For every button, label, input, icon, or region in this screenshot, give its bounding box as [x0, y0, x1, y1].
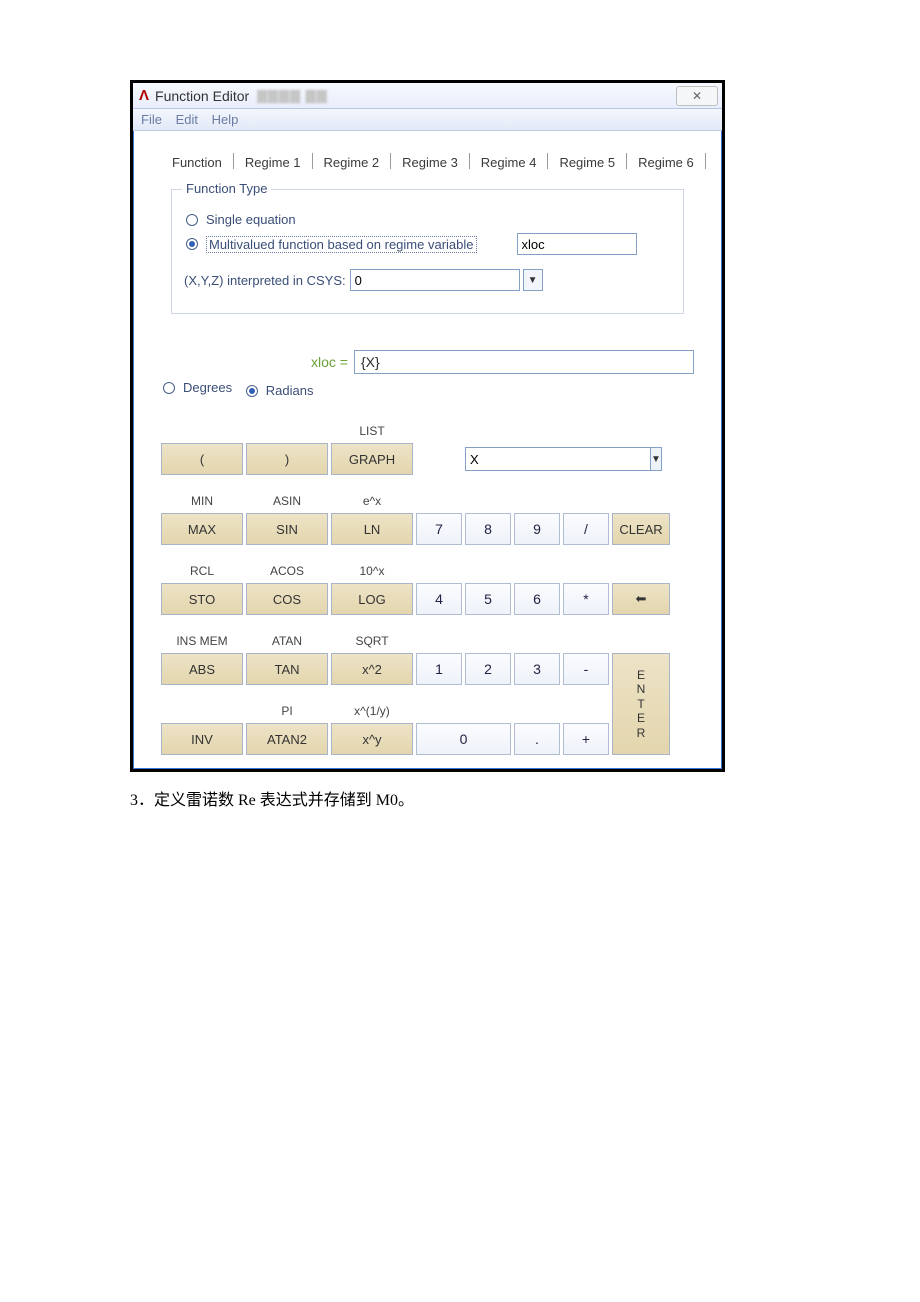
key-xsq[interactable]: x^2 [331, 653, 413, 685]
key-plus[interactable]: + [563, 723, 609, 755]
radio-degrees-label: Degrees [183, 380, 232, 395]
menubar: File Edit Help [133, 109, 722, 131]
key-clear[interactable]: CLEAR [612, 513, 670, 545]
label-pi: PI [246, 688, 328, 720]
key-dot[interactable]: . [514, 723, 560, 755]
key-backspace[interactable]: ⬅ [612, 583, 670, 615]
radio-radians[interactable] [246, 385, 258, 397]
key-0[interactable]: 0 [416, 723, 511, 755]
label-min: MIN [161, 478, 243, 510]
label-insmem: INS MEM [161, 618, 243, 650]
label-atan: ATAN [246, 618, 328, 650]
tab-regime3[interactable]: Regime 3 [391, 150, 469, 176]
label-acos: ACOS [246, 548, 328, 580]
menu-edit[interactable]: Edit [176, 112, 198, 127]
key-sin[interactable]: SIN [246, 513, 328, 545]
key-8[interactable]: 8 [465, 513, 511, 545]
caption-text: 3．定义雷诺数 Re 表达式并存储到 M0。 [130, 786, 820, 810]
tab-regime2[interactable]: Regime 2 [313, 150, 391, 176]
label-rcl: RCL [161, 548, 243, 580]
key-divide[interactable]: / [563, 513, 609, 545]
radio-single-label: Single equation [206, 212, 296, 227]
key-max[interactable]: MAX [161, 513, 243, 545]
tab-function[interactable]: Function [161, 150, 233, 176]
enter-letter: N [637, 682, 646, 696]
csys-label: (X,Y,Z) interpreted in CSYS: [184, 273, 346, 288]
angle-mode-group: Degrees Radians [161, 380, 694, 398]
enter-letter: E [637, 711, 645, 725]
titlebar: Λ Function Editor ▇▇▇▇ ▇▇ ✕ [133, 83, 722, 109]
expression-input[interactable] [354, 350, 694, 374]
title-blur: ▇▇▇▇ ▇▇ [257, 88, 328, 104]
csys-dropdown-button[interactable]: ▼ [523, 269, 543, 291]
app-icon: Λ [139, 87, 149, 104]
enter-letter: T [637, 697, 644, 711]
key-open-paren[interactable]: ( [161, 443, 243, 475]
key-7[interactable]: 7 [416, 513, 462, 545]
key-log[interactable]: LOG [331, 583, 413, 615]
tab-regime4[interactable]: Regime 4 [470, 150, 548, 176]
radio-radians-label: Radians [266, 383, 314, 398]
key-4[interactable]: 4 [416, 583, 462, 615]
groupbox-legend: Function Type [182, 181, 271, 196]
expression-lhs: xloc = [311, 354, 348, 370]
key-enter[interactable]: E N T E R [612, 653, 670, 755]
window-title: Function Editor [155, 88, 249, 104]
key-multiply[interactable]: * [563, 583, 609, 615]
close-button[interactable]: ✕ [676, 86, 718, 106]
key-5[interactable]: 5 [465, 583, 511, 615]
key-atan2[interactable]: ATAN2 [246, 723, 328, 755]
enter-letter: E [637, 668, 645, 682]
menu-help[interactable]: Help [212, 112, 239, 127]
function-type-group: Function Type Single equation Multivalue… [171, 189, 684, 314]
regime-variable-input[interactable] [517, 233, 637, 255]
label-sqrt: SQRT [331, 618, 413, 650]
key-sto[interactable]: STO [161, 583, 243, 615]
enter-letter: R [637, 726, 646, 740]
key-inv[interactable]: INV [161, 723, 243, 755]
key-graph[interactable]: GRAPH [331, 443, 413, 475]
key-1[interactable]: 1 [416, 653, 462, 685]
key-ln[interactable]: LN [331, 513, 413, 545]
radio-multivalued[interactable] [186, 238, 198, 250]
radio-degrees[interactable] [163, 382, 175, 394]
keypad: LIST ( ) GRAPH ▼ [161, 408, 694, 755]
key-6[interactable]: 6 [514, 583, 560, 615]
tab-regime1[interactable]: Regime 1 [234, 150, 312, 176]
csys-input[interactable] [350, 269, 520, 291]
key-cos[interactable]: COS [246, 583, 328, 615]
key-9[interactable]: 9 [514, 513, 560, 545]
key-close-paren[interactable]: ) [246, 443, 328, 475]
key-3[interactable]: 3 [514, 653, 560, 685]
key-tan[interactable]: TAN [246, 653, 328, 685]
radio-single[interactable] [186, 214, 198, 226]
label-ex: e^x [331, 478, 413, 510]
label-list: LIST [331, 408, 413, 440]
label-asin: ASIN [246, 478, 328, 510]
menu-file[interactable]: File [141, 112, 162, 127]
function-editor-window: Λ Function Editor ▇▇▇▇ ▇▇ ✕ File Edit He… [130, 80, 725, 772]
tab-regime5[interactable]: Regime 5 [548, 150, 626, 176]
key-xy[interactable]: x^y [331, 723, 413, 755]
key-2[interactable]: 2 [465, 653, 511, 685]
tab-row: Function Regime 1 Regime 2 Regime 3 Regi… [161, 149, 710, 175]
label-tenx: 10^x [331, 548, 413, 580]
tab-regime6[interactable]: Regime 6 [627, 150, 705, 176]
label-xroot: x^(1/y) [331, 688, 413, 720]
radio-multivalued-label: Multivalued function based on regime var… [206, 236, 477, 253]
key-abs[interactable]: ABS [161, 653, 243, 685]
key-minus[interactable]: - [563, 653, 609, 685]
